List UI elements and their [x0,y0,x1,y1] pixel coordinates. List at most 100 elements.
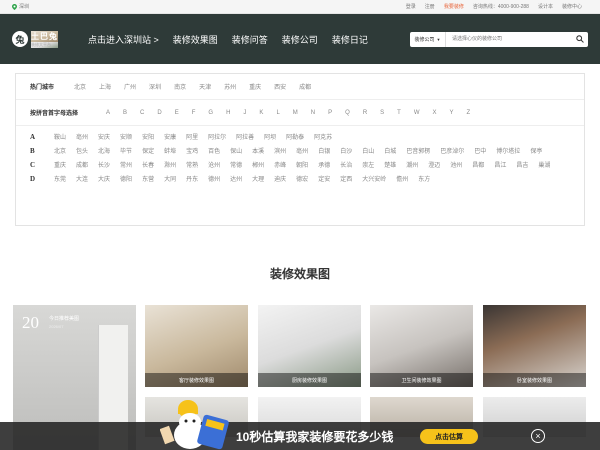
city-link[interactable]: 北京 [54,146,66,155]
letter-index-link[interactable]: C [140,110,144,116]
letter-index-link[interactable]: N [311,110,315,116]
city-link[interactable]: 白山 [362,146,374,155]
city-link[interactable]: 东莞 [54,174,66,183]
gallery-tile-bedroom[interactable]: 卧室装修效果图 [483,305,586,387]
city-link[interactable]: 迪庆 [274,174,286,183]
city-link[interactable]: 阿拉善 [236,132,254,141]
city-link[interactable]: 巴彦淖尔 [440,146,464,155]
city-link[interactable]: 亳州 [296,146,308,155]
city-link[interactable]: 沧州 [208,160,220,169]
city-link[interactable]: 巴中 [474,146,486,155]
city-link[interactable]: 潮州 [406,160,418,169]
letter-index-link[interactable]: E [175,110,179,116]
city-link[interactable]: 白银 [318,146,330,155]
city-link[interactable]: 长沙 [98,160,110,169]
city-link[interactable]: 保定 [142,146,154,155]
hot-city-link[interactable]: 深圳 [149,82,161,91]
city-link[interactable]: 蚌埠 [164,146,176,155]
city-link[interactable]: 儋州 [396,174,408,183]
letter-index-link[interactable]: X [433,110,437,116]
city-link[interactable]: 重庆 [54,160,66,169]
city-link[interactable]: 宝鸡 [186,146,198,155]
city-link[interactable]: 东营 [142,174,154,183]
letter-index-link[interactable]: F [192,110,196,116]
city-link[interactable]: 阿拉尔 [208,132,226,141]
city-link[interactable]: 大庆 [98,174,110,183]
letter-index-link[interactable]: W [414,110,420,116]
city-link[interactable]: 安阳 [142,132,154,141]
letter-index-link[interactable]: L [276,110,279,116]
city-link[interactable]: 定西 [340,174,352,183]
city-link[interactable]: 大连 [76,174,88,183]
renovation-center-link[interactable]: 装修中心 [562,3,582,10]
hot-city-link[interactable]: 天津 [199,82,211,91]
city-link[interactable]: 丹东 [186,174,198,183]
city-link[interactable]: 池州 [450,160,462,169]
city-link[interactable]: 博尔塔拉 [496,146,520,155]
city-link[interactable]: 阿里 [186,132,198,141]
design-book-link[interactable]: 设计本 [538,3,553,10]
logo[interactable]: 兔 土巴兔 装修大平台 [12,30,88,48]
nav-companies[interactable]: 装修公司 [282,33,318,46]
letter-index-link[interactable]: A [106,110,110,116]
letter-index-link[interactable]: M [293,110,298,116]
city-link[interactable]: 达州 [230,174,242,183]
city-link[interactable]: 包头 [76,146,88,155]
city-link[interactable]: 安顺 [120,132,132,141]
city-link[interactable]: 安庆 [98,132,110,141]
city-link[interactable]: 澄迈 [428,160,440,169]
nav-qa[interactable]: 装修问答 [232,33,268,46]
city-link[interactable]: 百色 [208,146,220,155]
letter-index-link[interactable]: T [397,110,401,116]
city-link[interactable]: 白沙 [340,146,352,155]
hot-city-link[interactable]: 成都 [299,82,311,91]
city-link[interactable]: 安康 [164,132,176,141]
city-link[interactable]: 德州 [208,174,220,183]
city-link[interactable]: 阿克苏 [314,132,332,141]
estimate-button[interactable]: 点击估算 [420,429,478,444]
hot-city-link[interactable]: 北京 [74,82,86,91]
city-link[interactable]: 巴音郭楞 [406,146,430,155]
city-link[interactable]: 德宏 [296,174,308,183]
city-link[interactable]: 郴州 [252,160,264,169]
hot-city-link[interactable]: 苏州 [224,82,236,91]
city-link[interactable]: 赤峰 [274,160,286,169]
login-link[interactable]: 登录 [406,3,416,10]
search-button[interactable] [572,32,588,47]
letter-index-link[interactable]: Q [345,110,350,116]
city-link[interactable]: 长春 [142,160,154,169]
hot-city-link[interactable]: 重庆 [249,82,261,91]
city-link[interactable]: 长治 [340,160,352,169]
letter-index-link[interactable]: D [157,110,161,116]
hot-city-link[interactable]: 南京 [174,82,186,91]
city-link[interactable]: 北海 [98,146,110,155]
city-link[interactable]: 巢湖 [538,160,550,169]
city-link[interactable]: 毕节 [120,146,132,155]
gallery-tile-living-room[interactable]: 客厅装修效果图 [145,305,248,387]
letter-index-link[interactable]: P [328,110,332,116]
city-link[interactable]: 大兴安岭 [362,174,386,183]
gallery-tile-bathroom[interactable]: 卫生间装修效果图 [370,305,473,387]
want-renovate-link[interactable]: 我要装修 [444,3,464,10]
city-link[interactable]: 阿坝 [264,132,276,141]
city-link[interactable]: 大同 [164,174,176,183]
city-link[interactable]: 滁州 [164,160,176,169]
city-link[interactable]: 保亭 [530,146,542,155]
letter-index-link[interactable]: S [380,110,384,116]
letter-index-link[interactable]: H [226,110,230,116]
search-category-select[interactable]: 装修公司 ▼ [410,31,446,47]
city-link[interactable]: 昌江 [494,160,506,169]
city-link[interactable]: 保山 [230,146,242,155]
hot-city-link[interactable]: 上海 [99,82,111,91]
letter-index-link[interactable]: B [123,110,127,116]
city-link[interactable]: 楚雄 [384,160,396,169]
city-link[interactable]: 昌都 [472,160,484,169]
city-link[interactable]: 崇左 [362,160,374,169]
city-link[interactable]: 常州 [120,160,132,169]
hot-city-link[interactable]: 广州 [124,82,136,91]
nav-renderings[interactable]: 装修效果图 [173,33,218,46]
city-link[interactable]: 承德 [318,160,330,169]
city-link[interactable]: 东方 [418,174,430,183]
city-link[interactable]: 白城 [384,146,396,155]
city-link[interactable]: 常熟 [186,160,198,169]
